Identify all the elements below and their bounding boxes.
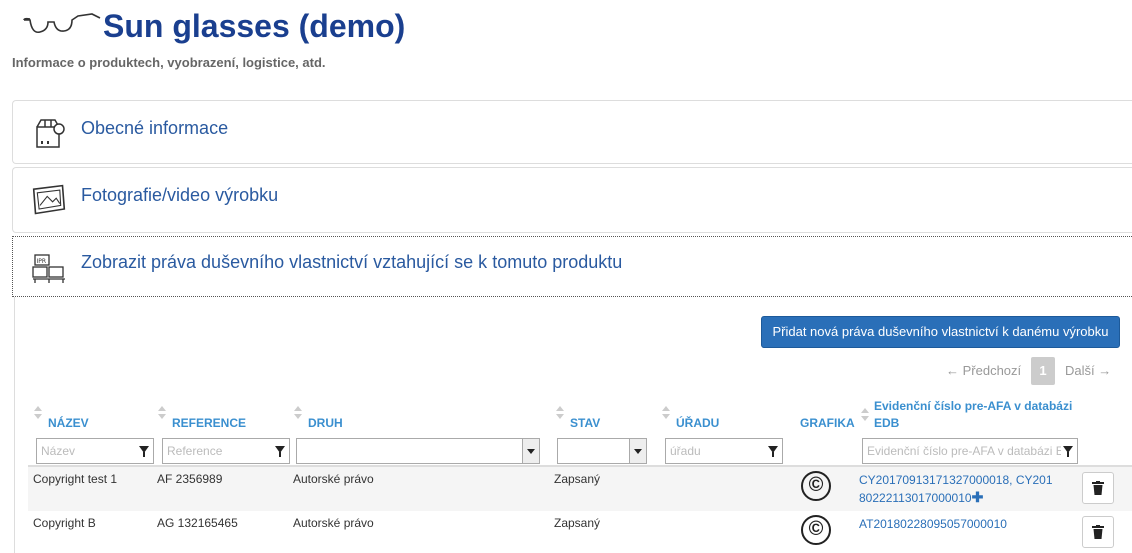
filter-funnel-icon[interactable] — [768, 446, 778, 457]
svg-text:IPR: IPR — [37, 258, 47, 265]
glasses-logo-icon — [23, 13, 101, 34]
cell-reference: AF 2356989 — [157, 472, 223, 486]
pagination-current-page[interactable]: 1 — [1031, 357, 1055, 385]
panel-ipr[interactable]: IPR Zobrazit práva duševního vlastnictví… — [12, 236, 1132, 297]
filter-reference-input[interactable] — [163, 439, 277, 463]
cell-druh: Autorské právo — [293, 516, 374, 530]
cell-stav: Zapsaný — [554, 472, 601, 486]
page-header: Sun glasses (demo) Informace o produktec… — [0, 0, 1132, 90]
edb-link-line1[interactable]: AT20180228095057000010 — [859, 516, 1007, 533]
sort-reference-icon[interactable] — [158, 406, 166, 422]
chevron-down-icon[interactable] — [629, 439, 646, 463]
cell-nazev: Copyright B — [33, 516, 96, 530]
filter-reference[interactable] — [162, 438, 290, 464]
filter-edb[interactable] — [862, 438, 1078, 464]
cell-reference: AG 132165465 — [157, 516, 238, 530]
panel-general-info-label: Obecné informace — [81, 118, 229, 138]
add-ipr-button[interactable]: Přidat nová práva duševního vlastnictví … — [761, 316, 1120, 348]
cell-nazev: Copyright test 1 — [33, 472, 118, 486]
filter-edb-input[interactable] — [863, 439, 1065, 463]
cell-edb[interactable]: CY20170913171327000018, CY201 8022211301… — [859, 472, 1053, 507]
filter-funnel-icon[interactable] — [139, 446, 149, 457]
sort-druh-icon[interactable] — [294, 406, 302, 422]
page-subtitle: Informace o produktech, vyobrazení, logi… — [12, 55, 326, 70]
panel-ipr-label: Zobrazit práva duševního vlastnictví vzt… — [81, 252, 623, 272]
delete-button[interactable] — [1082, 472, 1114, 504]
filter-uradu[interactable] — [665, 438, 783, 464]
filter-nazev-input[interactable] — [37, 439, 141, 463]
header-grafika: GRAFIKA — [800, 416, 855, 430]
filter-stav-select[interactable] — [557, 438, 647, 464]
header-reference[interactable]: REFERENCE — [172, 416, 246, 430]
panel-general-info[interactable]: Obecné informace — [12, 100, 1132, 164]
pagination-next[interactable]: Další → — [1065, 357, 1111, 385]
copyright-icon: © — [801, 471, 831, 501]
copyright-icon: © — [801, 515, 831, 545]
pagination-prev[interactable]: ← Předchozí — [946, 357, 1021, 385]
table-row: Copyright B AG 132165465 Autorské právo … — [28, 511, 1132, 553]
box-info-icon — [36, 119, 65, 148]
expand-plus-icon[interactable]: ✚ — [972, 489, 984, 505]
edb-link-line2[interactable]: 80222113017000010 — [859, 491, 972, 505]
header-uradu[interactable]: ÚŘADU — [676, 416, 719, 430]
sort-nazev-icon[interactable] — [34, 406, 42, 422]
delete-button[interactable] — [1082, 516, 1114, 548]
sort-uradu-icon[interactable] — [662, 406, 670, 422]
filter-nazev[interactable] — [36, 438, 154, 464]
panel-photo-video-label: Fotografie/video výrobku — [81, 185, 279, 205]
table-row: Copyright test 1 AF 2356989 Autorské prá… — [28, 467, 1132, 511]
sort-edb-icon[interactable] — [861, 408, 869, 424]
sort-stav-icon[interactable] — [556, 406, 564, 422]
header-druh[interactable]: DRUH — [308, 416, 343, 430]
cell-druh: Autorské právo — [293, 472, 374, 486]
trash-icon — [1092, 481, 1104, 495]
cell-stav: Zapsaný — [554, 516, 601, 530]
header-edb[interactable]: Evidenční číslo pre-AFA v databázi EDB — [874, 398, 1074, 432]
page-title: Sun glasses (demo) — [103, 8, 406, 44]
filter-druh-select[interactable] — [296, 438, 540, 464]
filter-uradu-input[interactable] — [666, 439, 770, 463]
photo-icon — [32, 184, 66, 215]
edb-link-line1[interactable]: CY20170913171327000018, CY201 — [859, 472, 1053, 489]
trash-icon — [1092, 525, 1104, 539]
panel-photo-video[interactable]: Fotografie/video výrobku — [12, 167, 1132, 233]
ipr-boxes-icon: IPR — [32, 254, 65, 283]
cell-edb[interactable]: AT20180228095057000010 — [859, 516, 1007, 533]
header-nazev[interactable]: NÁZEV — [48, 416, 89, 430]
filter-funnel-icon[interactable] — [1063, 446, 1073, 457]
chevron-down-icon[interactable] — [522, 439, 539, 463]
filter-funnel-icon[interactable] — [275, 446, 285, 457]
header-stav[interactable]: STAV — [570, 416, 600, 430]
